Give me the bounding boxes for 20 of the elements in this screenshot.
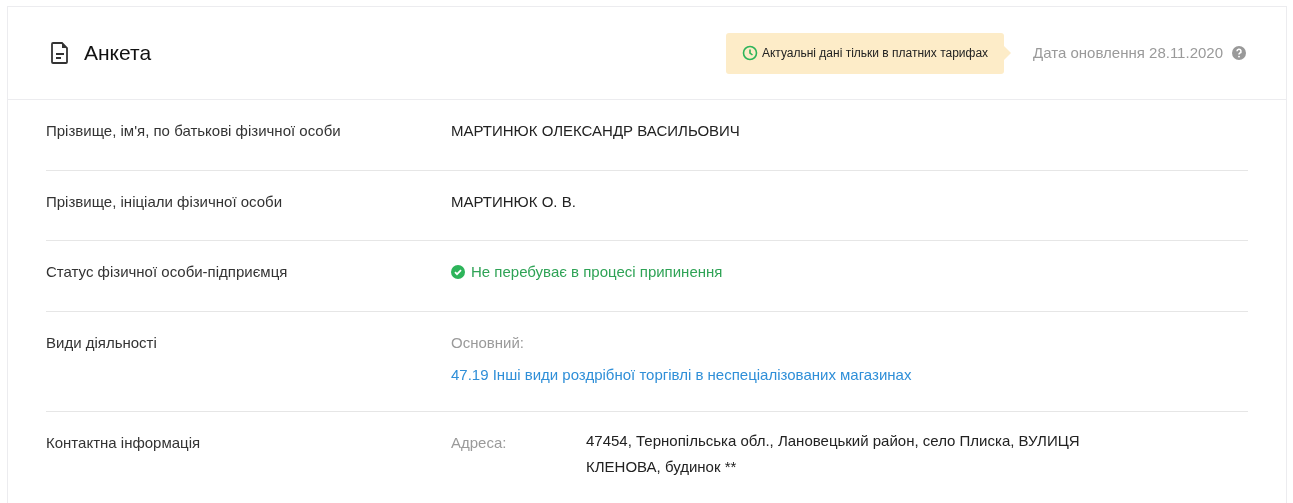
field-value: МАРТИНЮК ОЛЕКСАНДР ВАСИЛЬОВИЧ xyxy=(451,121,740,141)
field-label: Контактна інформація xyxy=(46,432,202,453)
field-value: МАРТИНЮК О. В. xyxy=(451,191,576,212)
notice-pointer xyxy=(1004,46,1012,60)
status-text: Не перебуває в процесі припинення xyxy=(471,262,723,282)
help-icon[interactable] xyxy=(1232,46,1246,60)
update-date: Дата оновлення 28.11.2020 xyxy=(1033,42,1223,63)
clock-icon xyxy=(741,45,758,61)
card-title: Анкета xyxy=(84,40,152,67)
field-label: Прізвище, ініціали фізичної особи xyxy=(46,191,284,212)
address-caption: Адреса: xyxy=(451,432,508,453)
activity-link[interactable]: 47.19 Інші види роздрібної торгівлі в неспеціалізованих магазинах xyxy=(451,364,912,387)
address-text: 47454, Тернопільська обл., Лановецький район, село Плиска, ВУЛИЦЯ КЛЕНОВА, будинок ** xyxy=(586,430,1081,477)
field-label: Прізвище, ім'я, по батькові фізичної особи xyxy=(46,121,342,141)
field-label: Статус фізичної особи-підприємця xyxy=(46,262,289,282)
field-label: Види діяльності xyxy=(46,332,158,353)
check-circle-icon xyxy=(451,265,465,280)
paid-notice: Актуальні дані тільки в платних тарифах xyxy=(725,32,1005,74)
activity-caption: Основний: xyxy=(451,332,525,353)
document-icon xyxy=(51,42,69,64)
